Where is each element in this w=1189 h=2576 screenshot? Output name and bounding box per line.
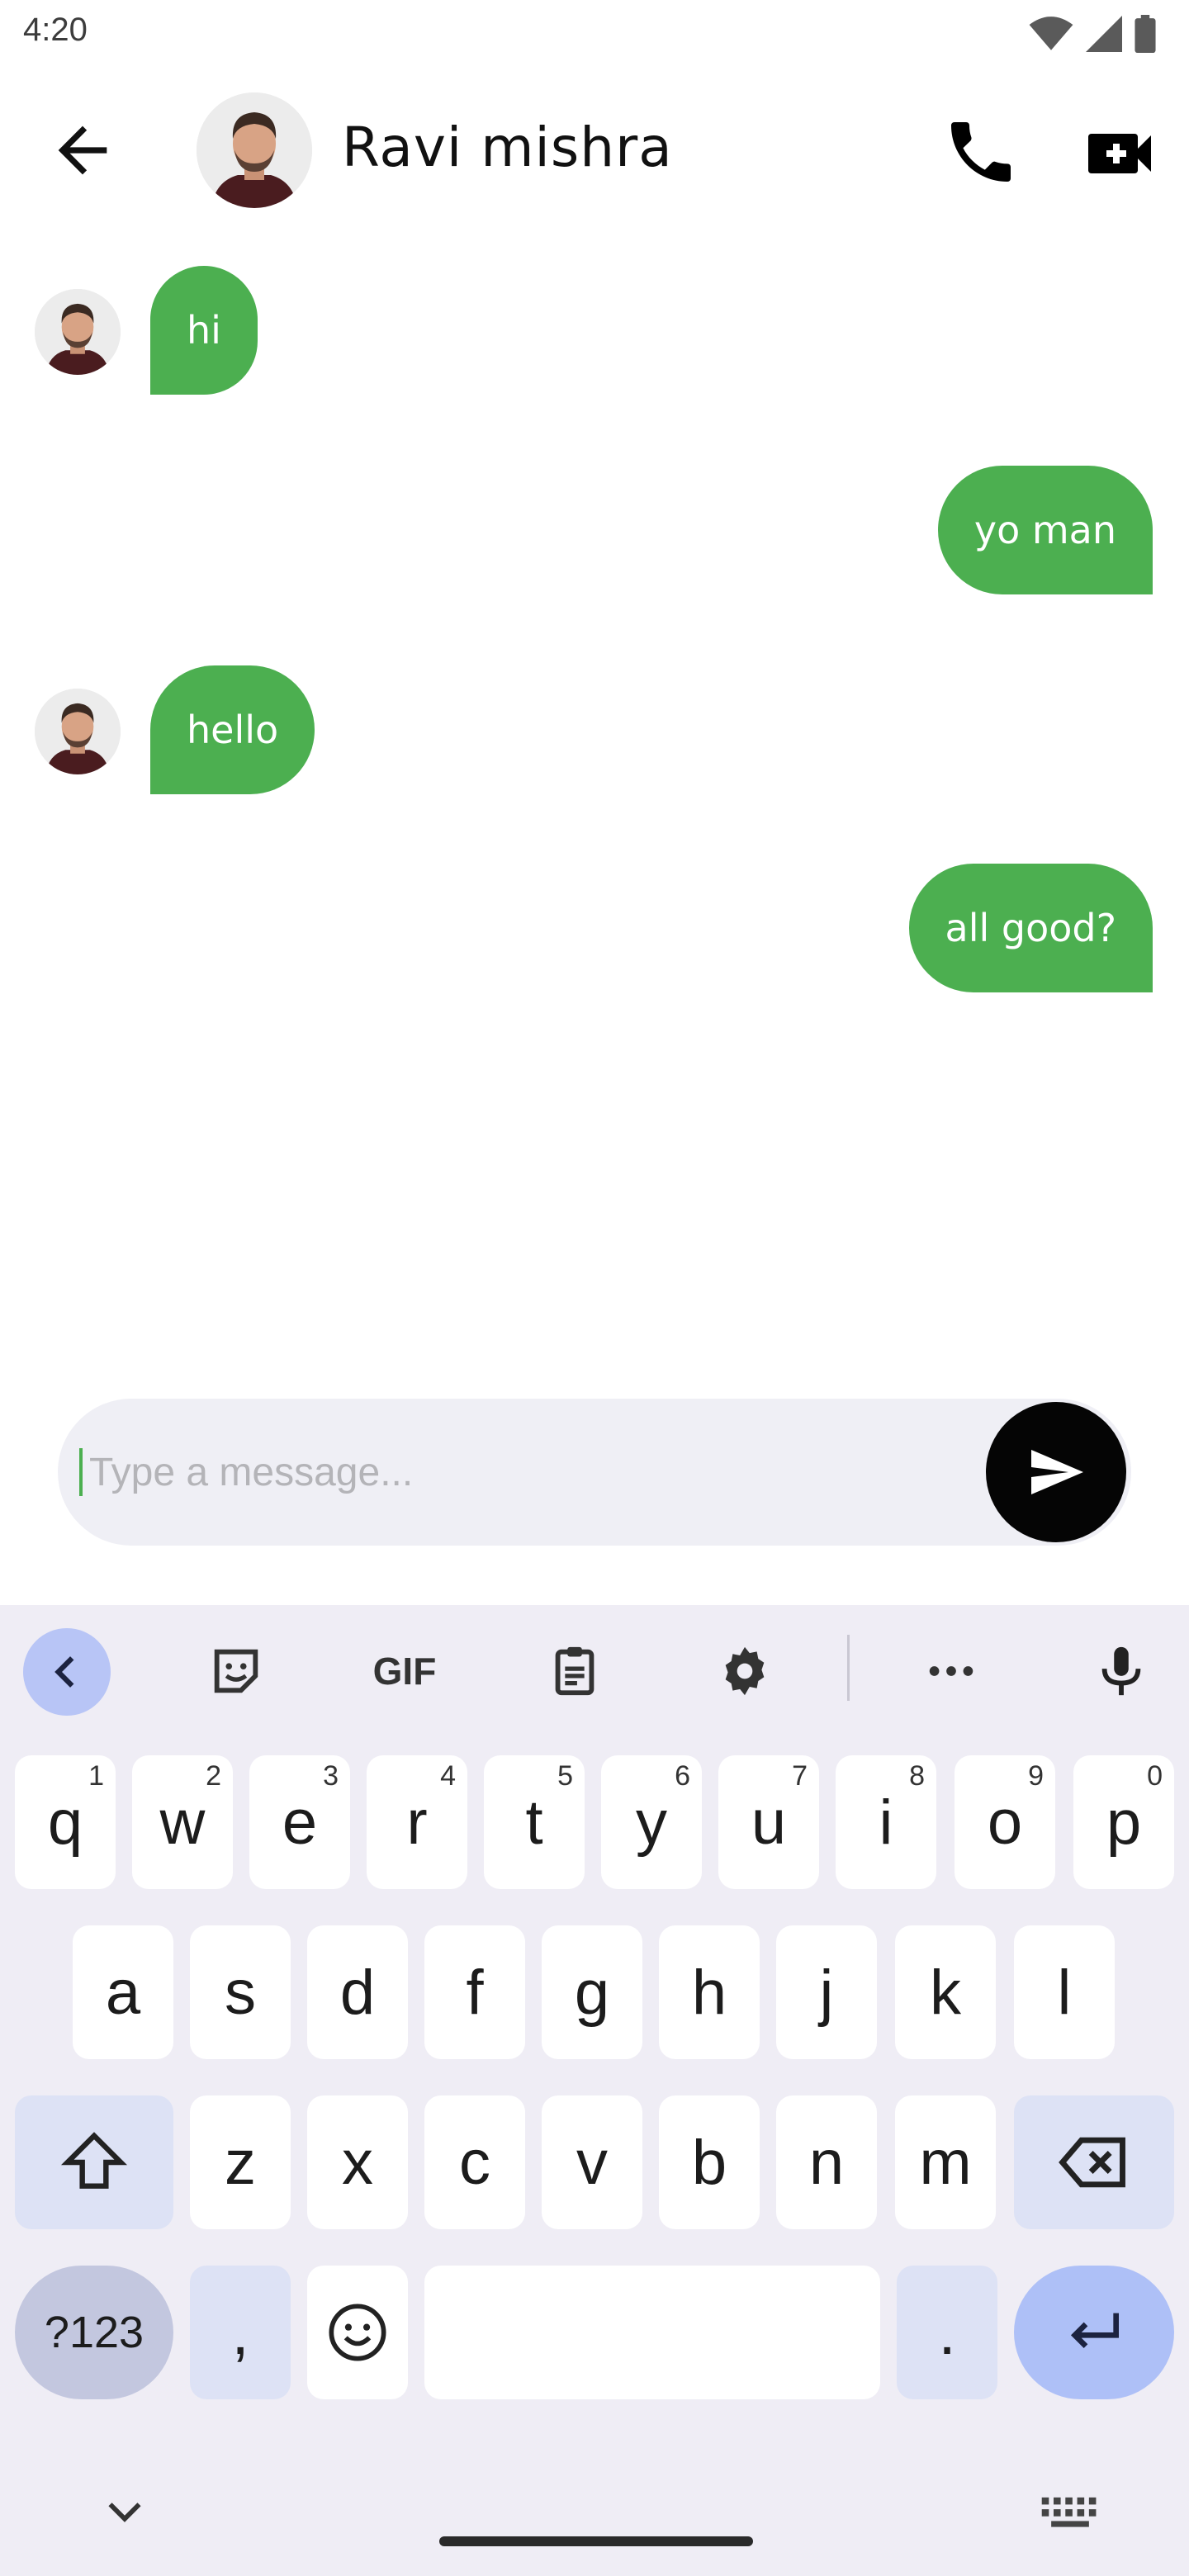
message-input[interactable] xyxy=(79,1399,988,1546)
sticker-button[interactable] xyxy=(195,1630,277,1712)
key-b[interactable]: b xyxy=(659,2095,760,2229)
key-x[interactable]: x xyxy=(307,2095,408,2229)
key-e[interactable]: e3 xyxy=(249,1755,350,1889)
back-button[interactable] xyxy=(46,114,119,187)
emoji-icon xyxy=(329,2304,386,2361)
key-r[interactable]: r4 xyxy=(367,1755,467,1889)
key-w[interactable]: w2 xyxy=(132,1755,233,1889)
key-c[interactable]: c xyxy=(424,2095,525,2229)
backspace-icon xyxy=(1059,2137,1125,2188)
avatar-portrait-icon xyxy=(197,92,312,208)
voice-call-button[interactable] xyxy=(941,112,1021,192)
toolbar-divider xyxy=(847,1635,850,1701)
hide-keyboard-button[interactable] xyxy=(96,2488,154,2535)
video-call-button[interactable] xyxy=(1082,114,1161,193)
contact-name[interactable]: Ravi mishra xyxy=(342,116,673,179)
soft-keyboard: GIF q1 w2 e3 r4 t5 y6 u7 i8 o9 p0 a s d … xyxy=(0,1605,1189,2576)
contact-avatar[interactable] xyxy=(197,92,312,208)
status-icons xyxy=(1029,15,1156,53)
key-a[interactable]: a xyxy=(73,1925,173,2059)
back-arrow-icon xyxy=(58,125,107,175)
backspace-key[interactable] xyxy=(1014,2095,1174,2229)
voice-input-button[interactable] xyxy=(1080,1630,1163,1712)
key-g[interactable]: g xyxy=(542,1925,642,2059)
message-bubble-incoming[interactable]: hi xyxy=(150,266,258,395)
keyboard-switcher-button[interactable] xyxy=(1037,2488,1103,2535)
key-n[interactable]: n xyxy=(776,2095,877,2229)
comma-key[interactable]: , xyxy=(190,2266,291,2399)
message-bubble-outgoing[interactable]: yo man xyxy=(937,466,1153,594)
message-composer xyxy=(58,1399,1131,1546)
key-h[interactable]: h xyxy=(659,1925,760,2059)
send-button[interactable] xyxy=(986,1402,1126,1542)
shift-icon xyxy=(60,2132,128,2189)
key-y[interactable]: y6 xyxy=(601,1755,702,1889)
key-t[interactable]: t5 xyxy=(484,1755,585,1889)
clipboard-icon xyxy=(555,1646,594,1696)
home-gesture-handle[interactable] xyxy=(439,2536,753,2546)
battery-icon xyxy=(1135,15,1156,53)
microphone-icon xyxy=(1101,1646,1141,1696)
gear-icon xyxy=(725,1646,765,1696)
chevron-down-icon xyxy=(108,2503,141,2522)
key-z[interactable]: z xyxy=(190,2095,291,2229)
sender-avatar xyxy=(35,289,121,375)
space-key[interactable] xyxy=(424,2266,880,2399)
text-caret xyxy=(79,1448,83,1496)
key-q[interactable]: q1 xyxy=(15,1755,116,1889)
key-i[interactable]: i8 xyxy=(836,1755,936,1889)
phone-icon xyxy=(951,122,1011,182)
send-icon xyxy=(1031,1450,1083,1494)
period-key[interactable]: . xyxy=(897,2266,997,2399)
chevron-left-icon xyxy=(54,1656,74,1688)
more-horizontal-icon xyxy=(929,1666,973,1676)
key-p[interactable]: p0 xyxy=(1073,1755,1174,1889)
message-bubble-outgoing[interactable]: all good? xyxy=(908,864,1153,992)
keyboard-icon xyxy=(1041,2497,1097,2527)
enter-key[interactable] xyxy=(1014,2266,1174,2399)
key-u[interactable]: u7 xyxy=(718,1755,819,1889)
key-m[interactable]: m xyxy=(895,2095,996,2229)
enter-icon xyxy=(1070,2313,1119,2349)
key-v[interactable]: v xyxy=(542,2095,642,2229)
status-time: 4:20 xyxy=(23,12,88,48)
key-k[interactable]: k xyxy=(895,1925,996,2059)
wifi-icon xyxy=(1029,17,1073,50)
signal-icon xyxy=(1086,16,1122,52)
sender-avatar xyxy=(35,689,121,774)
avatar-portrait-icon xyxy=(35,289,121,375)
symbols-key[interactable]: ?123 xyxy=(15,2266,173,2399)
key-o[interactable]: o9 xyxy=(955,1755,1055,1889)
key-s[interactable]: s xyxy=(190,1925,291,2059)
key-d[interactable]: d xyxy=(307,1925,408,2059)
key-l[interactable]: l xyxy=(1014,1925,1115,2059)
gif-button[interactable]: GIF xyxy=(363,1630,446,1712)
keyboard-collapse-toolbar-button[interactable] xyxy=(23,1628,111,1716)
key-j[interactable]: j xyxy=(776,1925,877,2059)
sticker-icon xyxy=(214,1649,258,1693)
more-options-button[interactable] xyxy=(910,1630,992,1712)
shift-key[interactable] xyxy=(15,2095,173,2229)
message-bubble-incoming[interactable]: hello xyxy=(150,665,315,794)
key-f[interactable]: f xyxy=(424,1925,525,2059)
emoji-key[interactable] xyxy=(307,2266,408,2399)
avatar-portrait-icon xyxy=(35,689,121,774)
clipboard-button[interactable] xyxy=(533,1630,616,1712)
video-camera-icon xyxy=(1088,134,1151,173)
settings-button[interactable] xyxy=(703,1630,786,1712)
